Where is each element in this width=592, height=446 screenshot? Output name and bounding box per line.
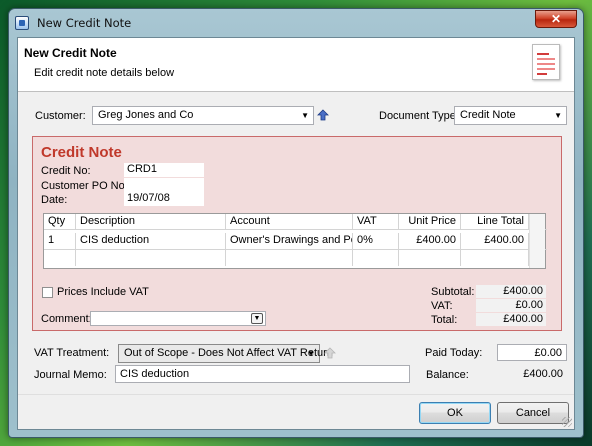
document-type-label: Document Type:	[379, 110, 459, 122]
journal-memo-label: Journal Memo:	[34, 369, 107, 381]
subtotal-label: Subtotal:	[431, 286, 475, 298]
vat-cell[interactable]: 0%	[353, 233, 399, 249]
window-title: New Credit Note	[37, 16, 132, 30]
comment-label: Comment:	[41, 313, 92, 325]
ok-button[interactable]: OK	[419, 402, 491, 424]
customer-label: Customer:	[35, 110, 86, 122]
line-total-cell[interactable]: £400.00	[461, 233, 529, 249]
table-row-empty[interactable]	[44, 249, 547, 266]
vat-treatment-value: Out of Scope - Does Not Affect VAT Retur…	[124, 347, 333, 359]
column-header[interactable]: Description	[76, 214, 226, 230]
header-title: New Credit Note	[24, 46, 117, 60]
credit-note-document-icon	[532, 44, 560, 80]
chevron-down-icon: ▼	[554, 111, 562, 120]
grid-header-row: Qty Description Account VAT Unit Price L…	[44, 214, 547, 230]
document-type-value: Credit Note	[460, 109, 516, 121]
vat-treatment-up-arrow-icon	[324, 347, 336, 359]
vat-total-value: £0.00	[476, 299, 546, 312]
app-icon	[15, 16, 29, 30]
balance-value: £400.00	[497, 366, 567, 383]
customer-lookup-up-arrow-icon[interactable]	[317, 109, 329, 121]
column-header[interactable]: Line Total	[461, 214, 529, 230]
dialog-client: New Credit Note Edit credit note details…	[17, 37, 575, 430]
footer-divider	[18, 394, 574, 395]
table-row[interactable]: 1 CIS deduction Owner's Drawings and Per…	[44, 233, 547, 249]
column-header[interactable]: Unit Price	[399, 214, 461, 230]
chevron-down-icon: ▼	[301, 111, 309, 120]
vat-treatment-label: VAT Treatment:	[34, 347, 110, 359]
vat-treatment-combo[interactable]: Out of Scope - Does Not Affect VAT Retur…	[118, 344, 333, 363]
customer-po-label: Customer PO No:	[41, 180, 128, 192]
description-cell[interactable]: CIS deduction	[76, 233, 226, 249]
dialog-header: New Credit Note Edit credit note details…	[18, 38, 574, 92]
column-header[interactable]: VAT	[353, 214, 399, 230]
column-header[interactable]: Qty	[44, 214, 76, 230]
cancel-button[interactable]: Cancel	[497, 402, 569, 424]
grid-scrollbar[interactable]	[529, 214, 545, 268]
journal-memo-field[interactable]: CIS deduction	[115, 365, 410, 383]
balance-label: Balance:	[426, 369, 469, 381]
chevron-down-icon: ▼	[307, 349, 315, 358]
vat-total-label: VAT:	[431, 300, 453, 312]
total-label: Total:	[431, 314, 458, 326]
prices-include-vat-label: Prices Include VAT	[57, 286, 149, 298]
comment-combo[interactable]: ▼	[90, 311, 266, 326]
header-subtitle: Edit credit note details below	[34, 67, 175, 79]
qty-cell[interactable]: 1	[44, 233, 76, 249]
line-items-grid[interactable]: Qty Description Account VAT Unit Price L…	[43, 213, 547, 269]
paid-today-field[interactable]: £0.00	[497, 344, 567, 361]
credit-note-heading: Credit Note	[41, 144, 122, 161]
close-icon: ✕	[550, 12, 562, 26]
customer-value: Greg Jones and Co	[98, 109, 194, 121]
document-type-combo[interactable]: Credit Note ▼	[454, 106, 567, 125]
paid-today-label: Paid Today:	[425, 347, 483, 359]
total-value: £400.00	[476, 313, 546, 326]
credit-no-field[interactable]: CRD1	[124, 163, 204, 177]
chevron-down-icon: ▼	[251, 313, 263, 324]
date-field[interactable]: 19/07/08	[124, 192, 204, 206]
customer-combo[interactable]: Greg Jones and Co ▼	[92, 106, 314, 125]
dialog-window: New Credit Note ✕ New Credit Note Edit c…	[8, 8, 584, 438]
resize-grip-icon[interactable]	[562, 417, 572, 427]
subtotal-value: £400.00	[476, 285, 546, 298]
title-bar[interactable]: New Credit Note ✕	[9, 9, 583, 37]
column-header[interactable]: Account	[226, 214, 353, 230]
date-label: Date:	[41, 194, 68, 206]
credit-no-label: Credit No:	[41, 165, 91, 177]
close-button[interactable]: ✕	[535, 10, 577, 28]
unit-price-cell[interactable]: £400.00	[399, 233, 461, 249]
credit-note-panel: Credit Note Credit No: CRD1 Customer PO …	[32, 136, 562, 331]
customer-po-field[interactable]	[124, 178, 204, 192]
account-cell[interactable]: Owner's Drawings and Person	[226, 233, 353, 249]
prices-include-vat-checkbox[interactable]	[42, 287, 53, 298]
